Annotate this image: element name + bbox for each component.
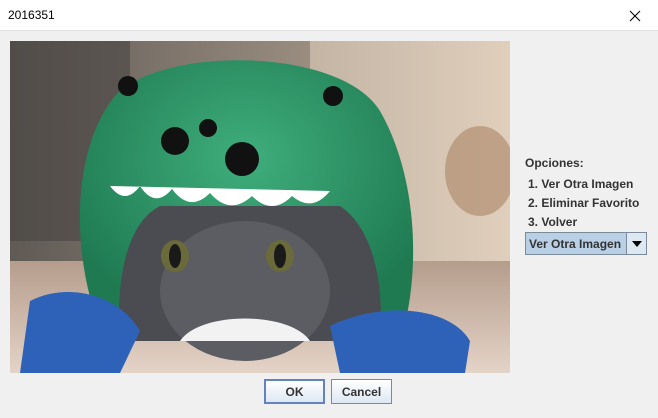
option-volver: 3. Volver <box>528 215 578 229</box>
option-ver-otra-imagen: 1. Ver Otra Imagen <box>528 177 634 191</box>
close-button[interactable] <box>612 0 658 31</box>
options-label: Opciones: <box>525 156 584 170</box>
window-title: 2016351 <box>8 8 55 22</box>
dropdown-selected-value: Ver Otra Imagen <box>529 237 622 251</box>
ok-button[interactable]: OK <box>264 379 325 404</box>
option-eliminar-favorito: 2. Eliminar Favorito <box>528 196 640 210</box>
dropdown-arrow-button[interactable] <box>626 233 646 254</box>
close-icon <box>629 10 641 21</box>
chevron-down-icon <box>631 240 642 247</box>
cat-photo <box>10 41 510 373</box>
title-bar: 2016351 <box>0 0 658 31</box>
options-dropdown[interactable]: Ver Otra Imagen <box>525 232 647 255</box>
cancel-button[interactable]: Cancel <box>331 379 392 404</box>
